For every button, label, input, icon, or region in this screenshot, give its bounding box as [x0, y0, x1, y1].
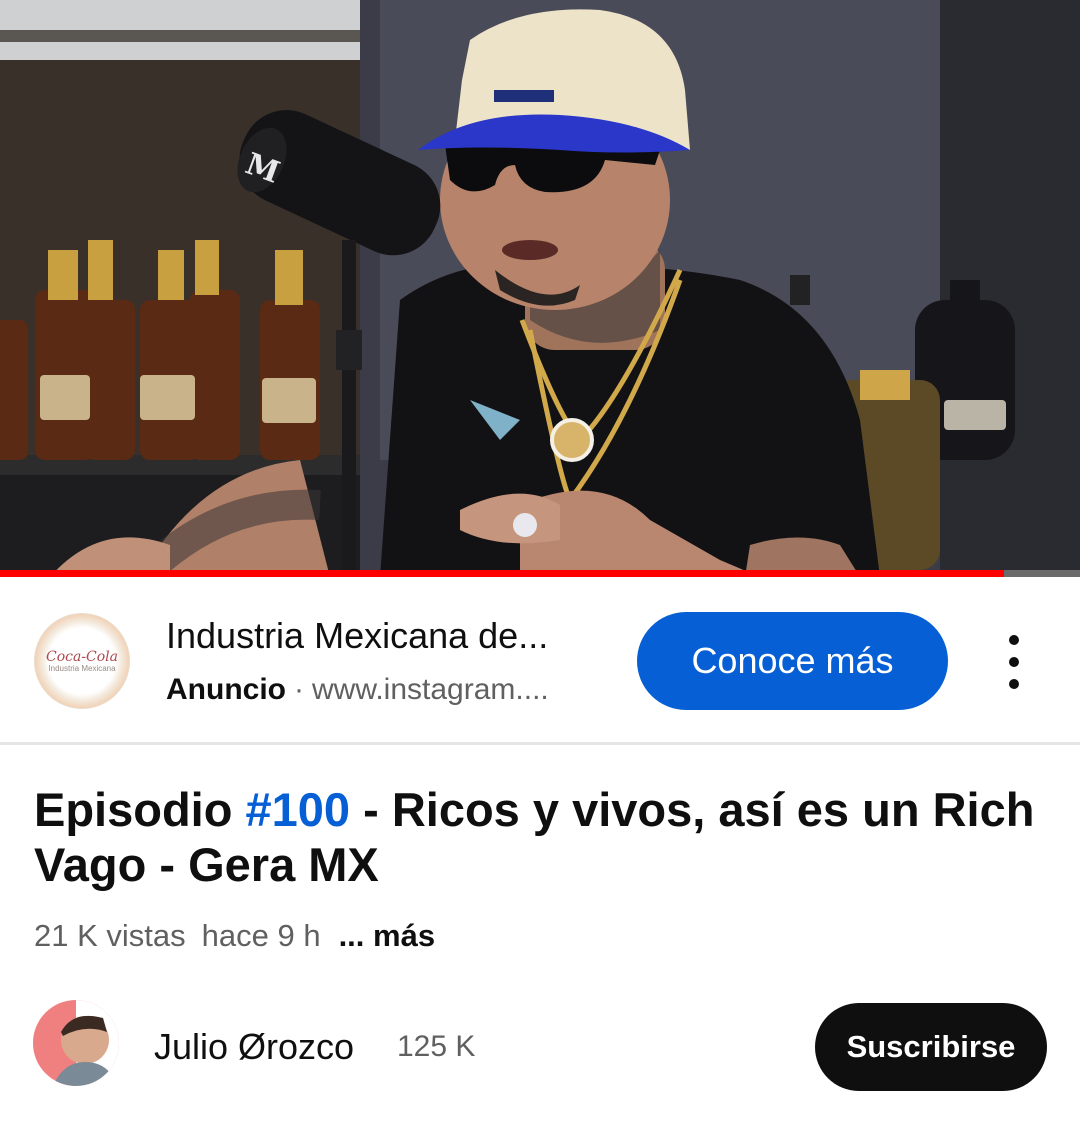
- ad-row[interactable]: Coca-Cola Industria Mexicana Industria M…: [0, 577, 1080, 745]
- advertiser-logo[interactable]: Coca-Cola Industria Mexicana: [34, 613, 130, 709]
- ad-label: Anuncio: [166, 673, 286, 706]
- kebab-dot: [1009, 635, 1019, 645]
- upload-age: hace 9 h: [201, 918, 321, 953]
- video-meta[interactable]: 21 K vistas hace 9 h ... más: [34, 918, 435, 954]
- hashtag-link[interactable]: #100: [246, 783, 351, 836]
- kebab-dot: [1009, 679, 1019, 689]
- channel-avatar[interactable]: [33, 1000, 119, 1086]
- progress-bar[interactable]: [0, 570, 1080, 577]
- video-player[interactable]: M: [0, 0, 1080, 577]
- subscriber-count: 125 K: [397, 1030, 476, 1063]
- advertiser-name[interactable]: Industria Mexicana de...: [166, 615, 586, 657]
- learn-more-button[interactable]: Conoce más: [637, 612, 948, 710]
- view-count: 21 K vistas: [34, 918, 186, 953]
- advertiser-logo-subtitle: Industria Mexicana: [48, 663, 116, 673]
- ad-meta: Anuncio · www.instagram....: [166, 673, 586, 707]
- video-title[interactable]: Episodio #100 - Ricos y vivos, así es un…: [34, 782, 1044, 892]
- channel-name[interactable]: Julio Ørozco: [154, 1026, 354, 1068]
- more-options-icon[interactable]: [996, 635, 1032, 689]
- avatar-image: [33, 1000, 119, 1086]
- ad-separator: ·: [294, 673, 304, 706]
- more-link[interactable]: ... más: [339, 918, 436, 953]
- advertiser-logo-brand: Coca-Cola: [45, 648, 119, 665]
- subscribe-button[interactable]: Suscribirse: [815, 1003, 1047, 1091]
- progress-bar-fill: [0, 570, 1005, 577]
- ad-url[interactable]: www.instagram....: [312, 673, 549, 706]
- video-frame: M: [0, 0, 1080, 577]
- video-title-prefix: Episodio: [34, 783, 246, 836]
- kebab-dot: [1009, 657, 1019, 667]
